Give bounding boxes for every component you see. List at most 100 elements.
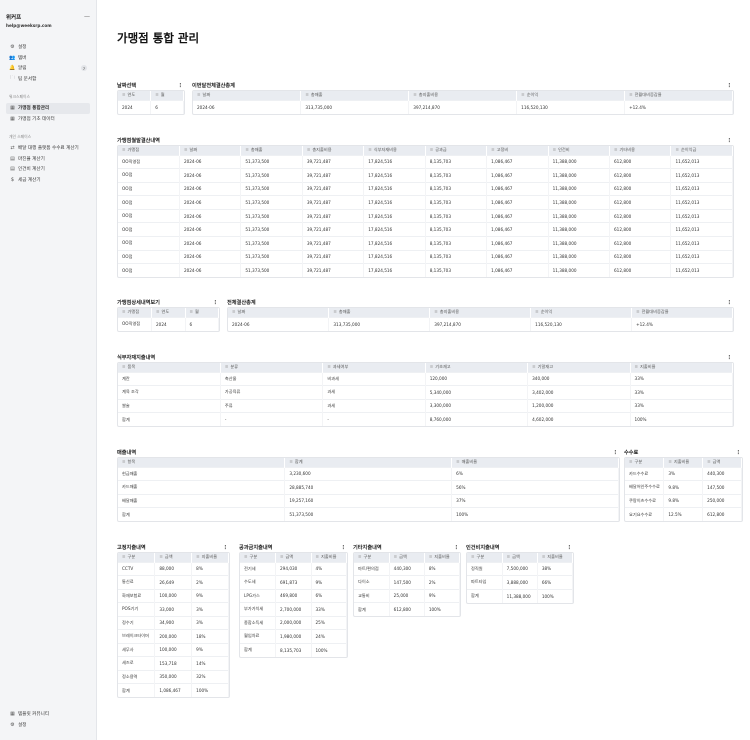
table-cell[interactable]: 33% [630, 385, 733, 399]
table-cell[interactable]: 17,824,516 [363, 222, 426, 237]
sidebar-item[interactable]: ▦ 가맹점 기초 데이터 [6, 114, 90, 125]
table-cell[interactable]: 6 [150, 99, 184, 114]
table-cell[interactable]: 51,373,500 [240, 236, 303, 251]
table-cell[interactable]: 116,520,130 [516, 99, 626, 114]
column-header[interactable]: ≡ 구분 [118, 553, 156, 562]
column-header[interactable]: ≡ 전월대비증감율 [624, 91, 733, 100]
table-cell[interactable]: 39,721,487 [302, 236, 365, 251]
table-cell[interactable]: 세즈로 [118, 656, 156, 670]
table-cell[interactable]: 합계 [118, 507, 286, 521]
sidebar-item[interactable]: 🗀 팀 문서함 [6, 74, 90, 85]
column-header[interactable]: ≡ 연도 [118, 91, 152, 100]
table-row[interactable]: 합계 11,388,000 100% [467, 588, 573, 603]
table-cell[interactable]: 39,721,487 [302, 249, 365, 264]
table-cell[interactable]: 6% [451, 466, 619, 481]
table-row[interactable]: 교통비 25,000 9% [354, 588, 460, 603]
column-header[interactable]: ≡ 매출비율 [451, 458, 619, 467]
table-cell[interactable]: 8,135,703 [425, 168, 488, 183]
column-header[interactable]: ≡ 지출비율 [311, 553, 347, 562]
table-cell[interactable]: 9% [191, 642, 229, 657]
column-header[interactable]: ≡ 기말재고 [527, 363, 631, 372]
table-cell[interactable]: 11,388,000 [548, 263, 611, 278]
table-row[interactable]: 파트타임 3,888,000 66% [467, 575, 573, 589]
column-header[interactable]: ≡ 월 [150, 91, 184, 100]
table-cell[interactable]: 612,800 [702, 507, 742, 521]
column-header[interactable]: ≡ 합계 [284, 458, 453, 467]
table-cell[interactable]: 8,135,703 [425, 195, 488, 210]
table-row[interactable]: 수도세 691,873 9% [240, 575, 347, 589]
table-cell[interactable]: 통신료 [118, 575, 156, 589]
table-row[interactable]: OO점 2024-06 51,373,500 39,721,487 17,824,516… [118, 263, 733, 278]
table-cell[interactable]: OO점 [118, 236, 180, 251]
column-header[interactable]: ≡ 지출비율 [630, 363, 733, 372]
column-header[interactable]: ≡ 순이익금 [670, 146, 733, 155]
column-header[interactable]: ≡ 과세여부 [322, 363, 426, 372]
table-cell[interactable]: 수도세 [240, 575, 276, 589]
table-cell[interactable]: 3% [191, 615, 229, 630]
table-cell[interactable]: 11,388,000 [548, 222, 611, 237]
table-cell[interactable]: 2024-06 [179, 263, 242, 278]
table-cell[interactable]: 11,652,013 [670, 236, 733, 251]
table-cell[interactable]: 현금매출 [118, 466, 286, 481]
table-cell[interactable]: 17,824,516 [363, 236, 426, 251]
table-cell[interactable]: 과세 [322, 385, 426, 399]
more-options-icon[interactable]: ⋮ [223, 545, 231, 551]
column-header[interactable]: ≡ 금액 [389, 553, 425, 562]
more-options-icon[interactable]: ⋮ [567, 545, 575, 551]
column-header[interactable]: ≡ 전월대비증감율 [631, 308, 733, 317]
table-cell[interactable]: 정직원 [467, 561, 503, 576]
table-cell[interactable]: OO직영점 [118, 316, 152, 331]
table-cell[interactable]: 브레이크타이머 [118, 629, 156, 643]
table-cell[interactable]: 1,086,467 [486, 154, 549, 169]
column-header[interactable]: ≡ 지출비율 [424, 553, 460, 562]
table-cell[interactable]: 66% [537, 575, 573, 589]
table-cell[interactable]: 11,652,013 [670, 154, 733, 169]
table-cell[interactable]: 100% [451, 507, 619, 521]
column-header[interactable]: ≡ 고정비 [486, 146, 549, 155]
table-cell[interactable]: OO점 [118, 208, 180, 223]
table-row[interactable]: OO점 2024-06 51,373,500 39,721,487 17,824,516… [118, 208, 733, 223]
table-cell[interactable]: 100,000 [154, 642, 193, 657]
column-header[interactable]: ≡ 연도 [151, 308, 186, 317]
table-cell[interactable]: 250,000 [702, 493, 742, 508]
table-cell[interactable]: 11,388,000 [548, 236, 611, 251]
table-row[interactable]: 부가가치세 2,700,000 33% [240, 602, 347, 616]
table-cell[interactable]: 다이소 [354, 575, 390, 589]
table-cell[interactable]: 8,135,703 [425, 236, 488, 251]
table-cell[interactable]: 37% [451, 493, 619, 508]
sidebar-item[interactable]: $ 세금 계산기 [6, 175, 90, 186]
column-header[interactable]: ≡ 총매출 [328, 308, 431, 317]
table-row[interactable]: LPG가스 469,800 6% [240, 588, 347, 603]
table-cell[interactable]: OO점 [118, 263, 180, 278]
table-cell[interactable]: 11,388,000 [502, 588, 538, 603]
table-cell[interactable]: OO점 [118, 222, 180, 237]
table-cell[interactable]: +12.4% [631, 316, 733, 331]
column-header[interactable]: ≡ 지출비율 [663, 458, 704, 467]
sidebar-item[interactable]: ⚙ 설정 [6, 720, 91, 731]
table-cell[interactable]: 19,257,160 [284, 493, 453, 508]
more-options-icon[interactable]: ⋮ [613, 450, 621, 456]
table-cell[interactable]: 3% [191, 602, 229, 616]
more-options-icon[interactable]: ⋮ [736, 450, 744, 456]
table-row[interactable]: 배달어인주수수료 9.8% 147,500 [625, 480, 742, 494]
column-header[interactable]: ≡ 가맹점 [118, 146, 180, 155]
table-cell[interactable]: 612,800 [389, 602, 425, 616]
table-cell[interactable]: 화재보험료 [118, 588, 156, 603]
table-cell[interactable]: 2,000,000 [275, 615, 312, 630]
table-cell[interactable]: 11,388,000 [548, 154, 611, 169]
table-cell[interactable]: 종합소득세 [240, 615, 276, 630]
table-cell[interactable]: 17,824,516 [363, 154, 426, 169]
table-cell[interactable]: 가공육류 [220, 385, 324, 399]
table-cell[interactable]: 6 [185, 316, 219, 331]
table-cell[interactable]: 100% [537, 588, 573, 603]
table-row[interactable]: OO점 2024-06 51,373,500 39,721,487 17,824,516… [118, 181, 733, 196]
table-cell[interactable]: 1,980,000 [275, 629, 312, 643]
table-cell[interactable]: 51,373,500 [240, 208, 303, 223]
table-cell[interactable]: 축산물 [220, 371, 324, 386]
table-cell[interactable]: 340,000 [527, 371, 631, 386]
table-cell[interactable]: 정소용역 [118, 669, 156, 684]
table-cell[interactable]: 100% [191, 683, 229, 697]
table-row[interactable]: 요기요수수료 12.5% 612,800 [625, 507, 742, 521]
table-cell[interactable]: 8,760,000 [425, 412, 529, 426]
table-cell[interactable]: 배달어인주수수료 [625, 480, 665, 494]
